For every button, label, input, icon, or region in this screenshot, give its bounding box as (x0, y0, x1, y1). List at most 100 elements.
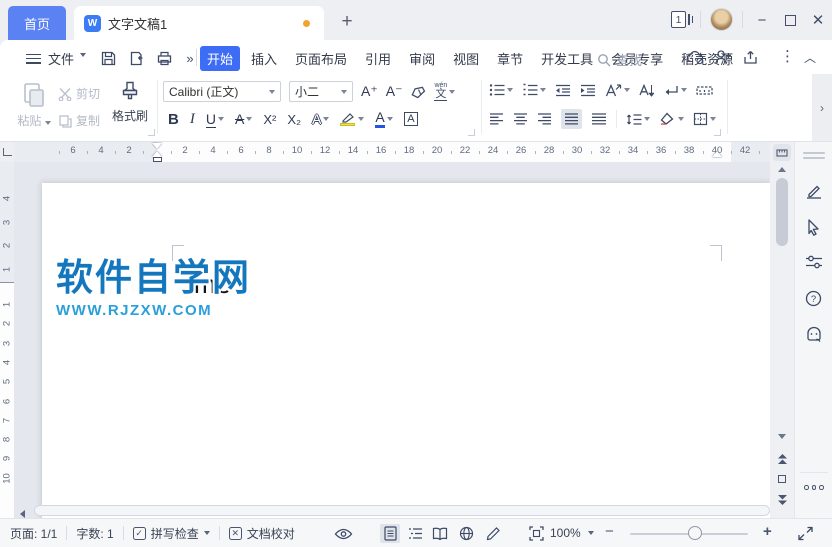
spell-check-button[interactable]: ✓ 拼写检查 (132, 525, 210, 542)
cut-button[interactable]: 剪切 (58, 85, 100, 102)
tab-view[interactable]: 视图 (446, 46, 486, 71)
horizontal-scrollbar[interactable] (14, 503, 770, 518)
tab-selector-icon[interactable] (3, 148, 12, 156)
bullet-list-button[interactable] (489, 83, 513, 97)
highlight-color-button[interactable] (340, 112, 365, 127)
export-button[interactable] (126, 48, 146, 68)
line-spacing-button[interactable] (626, 113, 650, 126)
ink-pencil-button[interactable] (483, 524, 503, 543)
next-page-button[interactable] (770, 494, 794, 506)
clear-format-button[interactable] (410, 85, 426, 99)
close-button[interactable]: ✕ (806, 8, 830, 32)
view-page-button[interactable] (380, 524, 400, 543)
word-count[interactable]: 字数: 1 (76, 525, 113, 542)
select-browse-object-button[interactable] (770, 475, 794, 483)
fullscreen-button[interactable] (795, 524, 815, 543)
page-indicator[interactable]: 页面: 1/1 (10, 525, 57, 542)
save-button[interactable] (98, 48, 118, 68)
shading-button[interactable] (659, 112, 684, 126)
font-color-button[interactable]: A (375, 109, 393, 129)
zoom-caret-icon[interactable] (588, 531, 594, 535)
group-expander-icon[interactable] (714, 129, 721, 136)
scroll-down-arrow-icon[interactable] (770, 434, 794, 439)
share-button[interactable] (742, 49, 759, 65)
user-avatar[interactable] (710, 8, 733, 31)
sidebar-drag-handle[interactable] (803, 149, 825, 162)
home-tab-button[interactable]: 首页 (8, 6, 66, 40)
vertical-ruler[interactable]: 4 3 2 1 1 2 3 4 5 6 7 8 9 10 (0, 162, 14, 518)
tab-page-layout[interactable]: 页面布局 (288, 46, 354, 71)
settings-sliders-button[interactable] (805, 254, 823, 270)
file-menu-caret-icon[interactable] (80, 53, 86, 57)
document-proofing-button[interactable]: ✕ 文档校对 (228, 525, 295, 542)
tab-section[interactable]: 章节 (490, 46, 530, 71)
text-effects-button[interactable]: A (312, 111, 330, 127)
text-direction-button[interactable] (639, 83, 654, 97)
tab-insert[interactable]: 插入 (244, 46, 284, 71)
grow-font-button[interactable]: A⁺ (361, 83, 378, 100)
horizontal-scroll-thumb[interactable] (34, 505, 770, 516)
collapse-ribbon-button[interactable]: ︿ (804, 49, 816, 66)
view-read-button[interactable] (430, 524, 450, 543)
view-web-button[interactable] (456, 524, 476, 543)
phonetic-guide-button[interactable]: wén 文 (434, 82, 456, 101)
quickbar-more-button[interactable]: » (180, 48, 200, 68)
superscript-button[interactable]: X² (263, 112, 276, 127)
ribbon-overflow-button[interactable]: ⋮ (780, 47, 795, 65)
distribute-button[interactable] (591, 113, 607, 125)
zoom-out-button[interactable]: − (605, 523, 614, 540)
scroll-up-arrow-icon[interactable] (770, 167, 794, 172)
group-expander-icon[interactable] (468, 129, 475, 136)
format-painter-button[interactable]: 格式刷 (108, 80, 152, 124)
document-page[interactable]: m3 软件自学网 WWW.RJZXW.COM (42, 183, 770, 518)
italic-button[interactable]: I (190, 111, 195, 128)
scroll-left-arrow-icon[interactable] (20, 507, 25, 518)
sidebar-more-button[interactable] (804, 485, 824, 490)
document-tab[interactable]: W 文字文稿1 (74, 6, 324, 40)
horizontal-ruler[interactable]: 6 4 2 2 4 6 8 10 12 14 16 18 20 22 24 26 28 30 32 34 36 38 40 4… (0, 142, 832, 162)
new-tab-button[interactable]: + (334, 8, 360, 36)
copy-button[interactable]: 复制 (58, 112, 100, 129)
select-cursor-button[interactable] (805, 218, 822, 236)
file-menu[interactable]: 文件 (48, 49, 74, 68)
group-expander-icon[interactable] (148, 129, 155, 136)
justify-button[interactable] (561, 109, 582, 129)
invite-collaborator-button[interactable] (714, 49, 732, 65)
find-button[interactable]: 查找 (597, 50, 642, 69)
maximize-button[interactable] (778, 8, 802, 32)
first-line-indent-marker[interactable] (152, 143, 162, 149)
fit-page-button[interactable] (526, 524, 546, 543)
align-center-button[interactable] (513, 113, 528, 125)
help-button[interactable]: ? (805, 290, 822, 307)
paste-button[interactable]: 粘贴 (14, 81, 54, 129)
numbered-list-button[interactable] (522, 83, 546, 97)
hamburger-menu-icon[interactable] (26, 51, 41, 66)
increase-indent-button[interactable] (580, 84, 596, 97)
zoom-level[interactable]: 100% (550, 526, 581, 540)
previous-page-button[interactable] (770, 453, 794, 465)
vertical-scroll-thumb[interactable] (776, 178, 788, 246)
strikethrough-button[interactable]: A (235, 111, 253, 127)
vertical-scrollbar[interactable] (770, 142, 794, 518)
borders-button[interactable] (693, 112, 716, 126)
ruler-toggle-button[interactable] (773, 144, 791, 161)
tab-references[interactable]: 引用 (358, 46, 398, 71)
document-area[interactable]: m3 软件自学网 WWW.RJZXW.COM (14, 162, 770, 518)
paragraph-layout-button[interactable] (663, 84, 687, 97)
align-right-button[interactable] (537, 113, 552, 125)
underline-button[interactable]: U (205, 111, 224, 128)
window-manager-button[interactable]: 1 (671, 11, 693, 28)
text-scale-button[interactable] (605, 83, 630, 97)
tab-home[interactable]: 开始 (200, 45, 241, 71)
expand-styles-button[interactable]: › (812, 74, 832, 141)
align-left-button[interactable] (489, 113, 504, 125)
font-family-select[interactable]: Calibri (正文) (163, 81, 281, 102)
subscript-button[interactable]: X₂ (287, 112, 301, 127)
tab-review[interactable]: 审阅 (402, 46, 442, 71)
minimize-button[interactable]: − (750, 8, 774, 32)
zoom-in-button[interactable]: + (763, 523, 772, 540)
font-size-select[interactable]: 小二 (289, 81, 353, 102)
zoom-slider-handle[interactable] (688, 526, 702, 540)
decrease-indent-button[interactable] (555, 84, 571, 97)
shrink-font-button[interactable]: A⁻ (386, 83, 403, 100)
